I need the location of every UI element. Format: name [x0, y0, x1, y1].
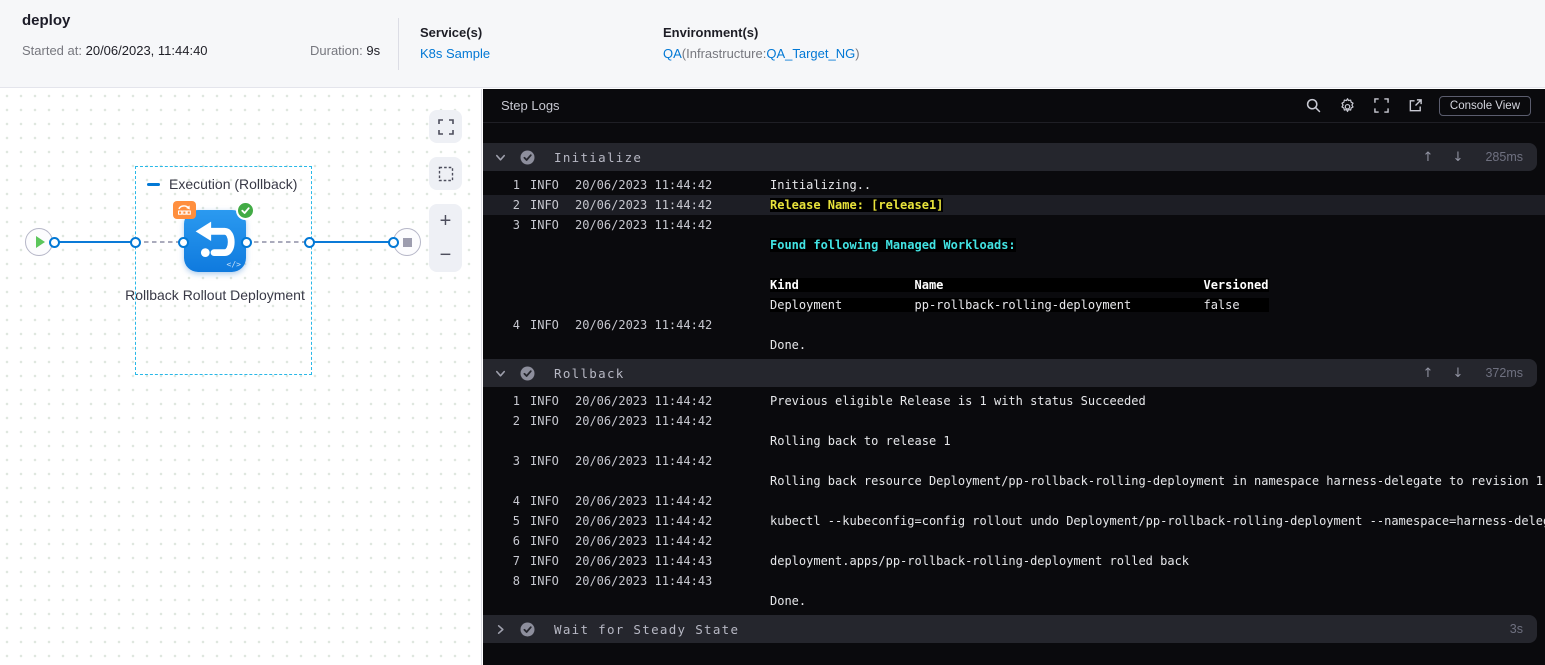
- log-sections: Initialize ↑ ↓ 285ms 1 INFO 20/06/2023 11:44:4…: [483, 123, 1545, 665]
- env-suffix: ): [855, 46, 860, 61]
- log-line: 8 INFO 20/06/2023 11:44:43: [512, 574, 713, 588]
- started-at-value: 20/06/2023, 11:44:40: [85, 43, 208, 58]
- log-line: Done.: [770, 594, 807, 608]
- connector-dot[interactable]: [49, 236, 60, 248]
- log-line: 5 INFO 20/06/2023 11:44:42 kubectl --kubeco…: [512, 514, 1545, 528]
- connector-dot[interactable]: [304, 236, 315, 248]
- expand-logs-button[interactable]: [1365, 94, 1399, 118]
- log-line: 1 INFO 20/06/2023 11:44:42 Initializing..: [512, 178, 872, 192]
- scroll-to-bottom-button[interactable]: ↓: [1443, 366, 1473, 381]
- duration: Duration: 9s: [310, 43, 380, 58]
- environments-label: Environment(s): [663, 25, 759, 40]
- log-section-header[interactable]: Initialize ↑ ↓ 285ms: [483, 143, 1537, 171]
- section-title: Initialize: [554, 149, 643, 165]
- infrastructure-link[interactable]: QA_Target_NG: [766, 46, 855, 61]
- execution-group-label: Execution (Rollback): [169, 176, 298, 192]
- section-duration: 372ms: [1485, 366, 1523, 380]
- step-success-check-icon: [520, 366, 535, 380]
- fullscreen-icon: [437, 118, 454, 135]
- zoom-in-button[interactable]: +: [429, 206, 462, 236]
- scroll-to-top-button[interactable]: ↑: [1413, 150, 1443, 165]
- collapse-group-icon[interactable]: [147, 182, 160, 186]
- search-icon: [1307, 98, 1321, 113]
- log-line: Found following Managed Workloads:: [770, 238, 1016, 252]
- log-line: 1 INFO 20/06/2023 11:44:42 Previous eligibl…: [512, 394, 1146, 408]
- connector-dot[interactable]: [130, 236, 141, 248]
- open-in-new-button[interactable]: [1399, 94, 1433, 118]
- step-success-check-icon: [520, 150, 535, 164]
- section-duration: 285ms: [1485, 150, 1523, 164]
- environments-column: Environment(s) QA(Infrastructure:QA_Targ…: [663, 25, 860, 61]
- chevron-down-icon: [495, 370, 506, 377]
- environment-link[interactable]: QA: [663, 46, 682, 61]
- connector-dot[interactable]: [178, 236, 189, 248]
- log-section-header[interactable]: Wait for Steady State 3s: [483, 615, 1537, 643]
- canvas-marquee-select-button[interactable]: [429, 157, 462, 190]
- service-link[interactable]: K8s Sample: [420, 46, 490, 61]
- zoom-out-button[interactable]: −: [429, 240, 462, 270]
- log-line: Deployment pp-rollback-rolling-deploymen…: [770, 298, 1269, 312]
- connector-dot[interactable]: [388, 236, 399, 248]
- log-section-header[interactable]: Rollback ↑ ↓ 372ms: [483, 359, 1537, 387]
- duration-value: 9s: [366, 43, 381, 58]
- chevron-right-icon: [497, 624, 504, 634]
- section-duration: 3s: [1509, 622, 1523, 636]
- scroll-to-bottom-button[interactable]: ↓: [1443, 150, 1473, 165]
- canvas-fullscreen-button[interactable]: [429, 110, 462, 143]
- play-icon: [36, 236, 45, 248]
- pipeline-canvas[interactable]: Execution (Rollback) </> Rollback Rollou…: [0, 89, 482, 665]
- marquee-select-icon: [438, 166, 453, 181]
- log-line: 4 INFO 20/06/2023 11:44:42: [512, 318, 713, 332]
- services-column: Service(s) K8s Sample: [420, 25, 490, 61]
- log-line: Rolling back to release 1: [770, 434, 951, 448]
- log-line: 3 INFO 20/06/2023 11:44:42: [512, 218, 713, 232]
- log-line: 2 INFO 20/06/2023 11:44:42 Release Name: [r…: [483, 195, 1545, 215]
- section-title: Wait for Steady State: [554, 621, 740, 637]
- pipeline-edge: [54, 241, 136, 243]
- settings-button[interactable]: [1331, 94, 1365, 118]
- log-line: Kind Name Versioned: [770, 278, 1269, 292]
- chevron-down-icon: [495, 154, 506, 161]
- section-title: Rollback: [554, 365, 625, 381]
- pipeline-edge: [310, 241, 394, 243]
- step-logs-header: Step Logs Console View: [483, 89, 1545, 123]
- log-line: 6 INFO 20/06/2023 11:44:42: [512, 534, 713, 548]
- stop-icon: [402, 237, 412, 247]
- env-infra-prefix: (Infrastructure:: [681, 46, 767, 61]
- connector-dot[interactable]: [241, 236, 252, 248]
- rollout-deployment-badge-icon: [173, 201, 196, 219]
- started-at-label: Started at:: [22, 43, 82, 58]
- page-title: deploy: [22, 12, 71, 29]
- execution-header: deploy Started at: 20/06/2023, 11:44:40 …: [0, 0, 1545, 88]
- step-logs-title: Step Logs: [501, 98, 560, 113]
- console-view-button[interactable]: Console View: [1438, 95, 1531, 116]
- fullscreen-icon: [1374, 98, 1390, 113]
- scroll-to-top-button[interactable]: ↑: [1413, 366, 1443, 381]
- gear-icon: [1341, 98, 1355, 113]
- log-line: 4 INFO 20/06/2023 11:44:42: [512, 494, 713, 508]
- duration-label: Duration:: [310, 43, 363, 58]
- log-line: Rolling back resource Deployment/pp-roll…: [770, 474, 1544, 488]
- step-success-check-icon: [520, 622, 535, 636]
- step-success-check-icon: [236, 201, 255, 220]
- log-line: 7 INFO 20/06/2023 11:44:43 deployment.apps/…: [512, 554, 1190, 568]
- started-at: Started at: 20/06/2023, 11:44:40: [22, 43, 208, 58]
- services-label: Service(s): [420, 25, 483, 40]
- search-button[interactable]: [1297, 94, 1331, 118]
- log-line: 3 INFO 20/06/2023 11:44:42: [512, 454, 713, 468]
- log-line: 2 INFO 20/06/2023 11:44:42: [512, 414, 713, 428]
- rollback-step-node[interactable]: </>: [173, 201, 255, 272]
- open-in-new-icon: [1410, 99, 1423, 112]
- canvas-zoom-controls: + −: [429, 204, 462, 272]
- code-glyph: </>: [226, 260, 241, 269]
- node-caption: Rollback Rollout Deployment: [125, 287, 305, 303]
- step-logs-panel: Step Logs Console View Initialize ↑ ↓ 28…: [483, 89, 1545, 665]
- log-line: Done.: [770, 338, 807, 352]
- header-divider: [398, 18, 399, 70]
